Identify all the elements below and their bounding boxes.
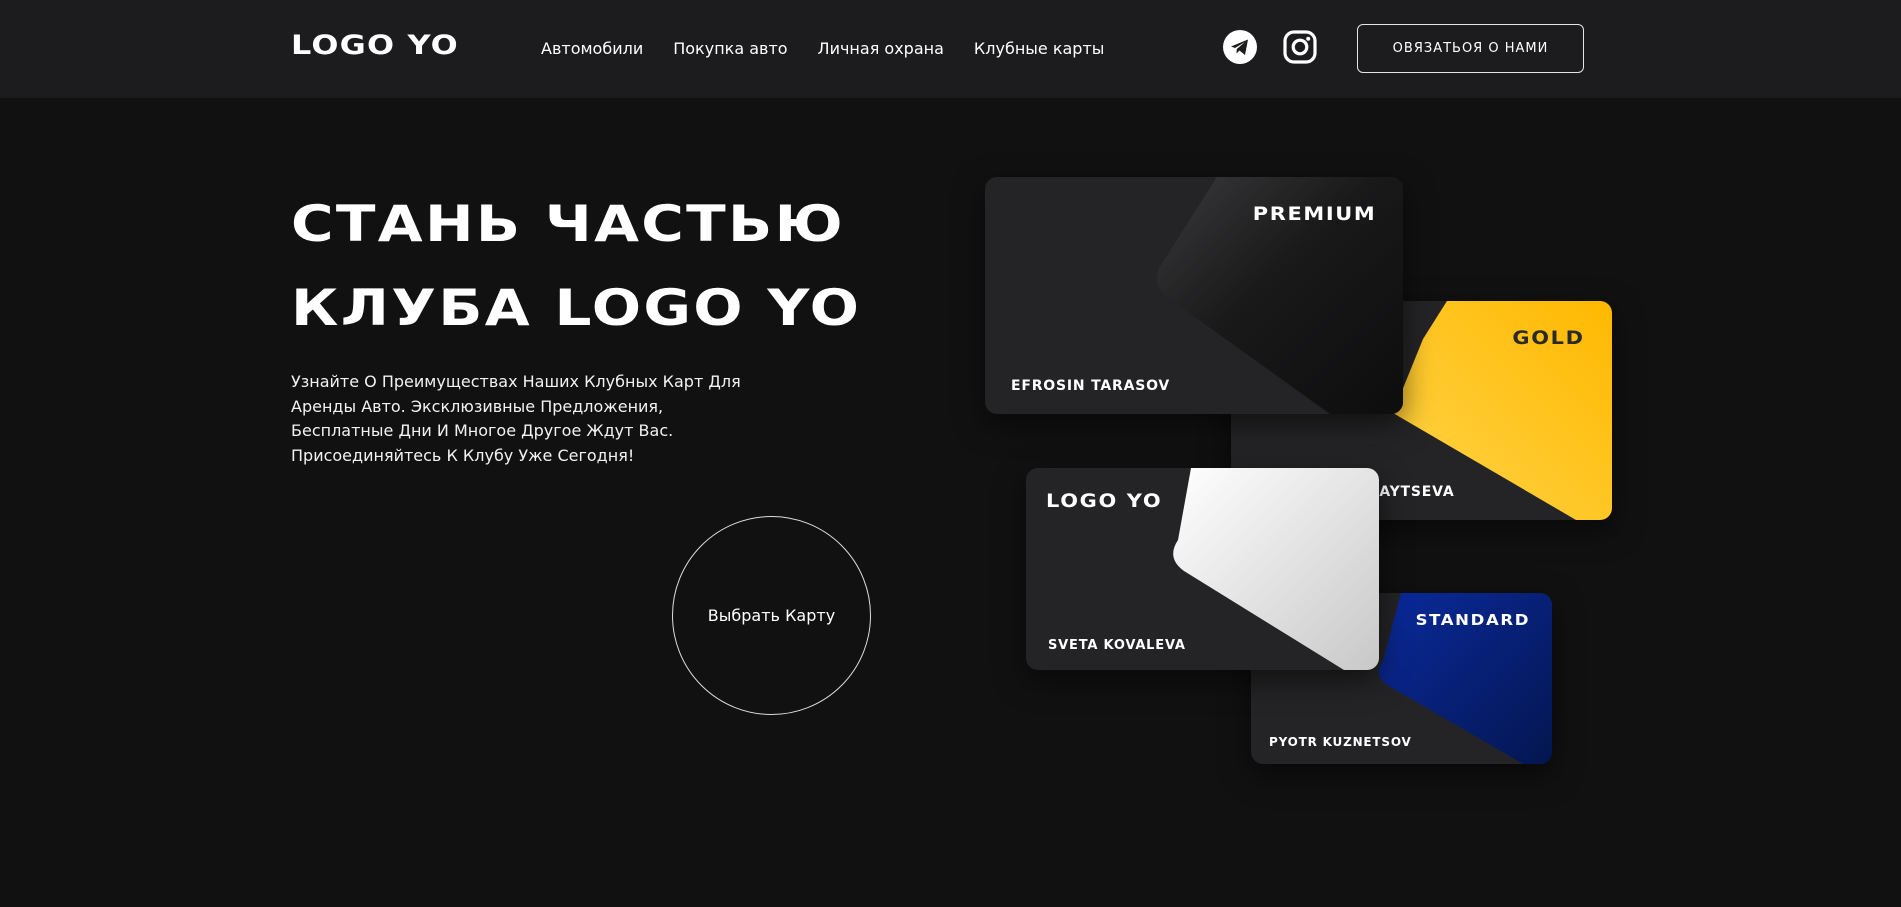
hero-title-line-1: СТАНЬ ЧАСТЬЮ — [291, 195, 845, 253]
card-holder-name: PYOTR KUZNETSOV — [1269, 735, 1412, 749]
site-logo[interactable]: LOGO YO — [291, 30, 459, 61]
top-header: LOGO YO Автомобили Покупка авто Личная о… — [0, 0, 1901, 98]
hero-title: СТАНЬ ЧАСТЬЮ КЛУБА LOGO YO — [291, 182, 861, 350]
card-holder-name: SVETA KOVALEVA — [1048, 638, 1186, 653]
nav-item-buy-car[interactable]: Покупка авто — [673, 39, 787, 58]
card-tier-label: PREMIUM — [1252, 203, 1376, 225]
club-card-premium[interactable]: PREMIUM EFROSIN TARASOV — [985, 177, 1403, 414]
instagram-icon[interactable] — [1283, 30, 1317, 64]
nav-item-cars[interactable]: Автомобили — [541, 39, 643, 58]
club-card-logo-yo[interactable]: LOGO YO SVETA KOVALEVA — [1026, 468, 1379, 670]
hero-subtitle-line: Узнайте О Преимуществах Наших Клубных Ка… — [291, 372, 741, 391]
nav-item-club-cards[interactable]: Клубные карты — [974, 39, 1105, 58]
main-nav: Автомобили Покупка авто Личная охрана Кл… — [541, 39, 1104, 58]
hero-subtitle-line: Присоединяйтесь К Клубу Уже Сегодня! — [291, 445, 635, 465]
card-tier-label: LOGO YO — [1046, 490, 1163, 512]
hero-subtitle: Узнайте О Преимуществах Наших Клубных Ка… — [291, 370, 831, 468]
card-tier-label: STANDARD — [1415, 611, 1530, 629]
card-tier-label: GOLD — [1512, 327, 1585, 349]
hero-subtitle-line: Бесплатные Дни И Многое Другое Ждут Вас. — [291, 421, 674, 440]
hero-subtitle-line: Аренды Авто. Эксклюзивные Предложения, — [291, 396, 664, 416]
telegram-icon[interactable] — [1223, 30, 1257, 64]
hero-title-line-2: КЛУБА LOGO YO — [291, 279, 862, 337]
choose-card-button[interactable]: Выбрать Карту — [672, 516, 871, 715]
card-holder-name: EFROSIN TARASOV — [1011, 378, 1171, 394]
contact-us-button[interactable]: ОВЯЗАТЬОЯ О НАМИ — [1357, 24, 1584, 73]
nav-item-security[interactable]: Личная охрана — [818, 39, 944, 58]
